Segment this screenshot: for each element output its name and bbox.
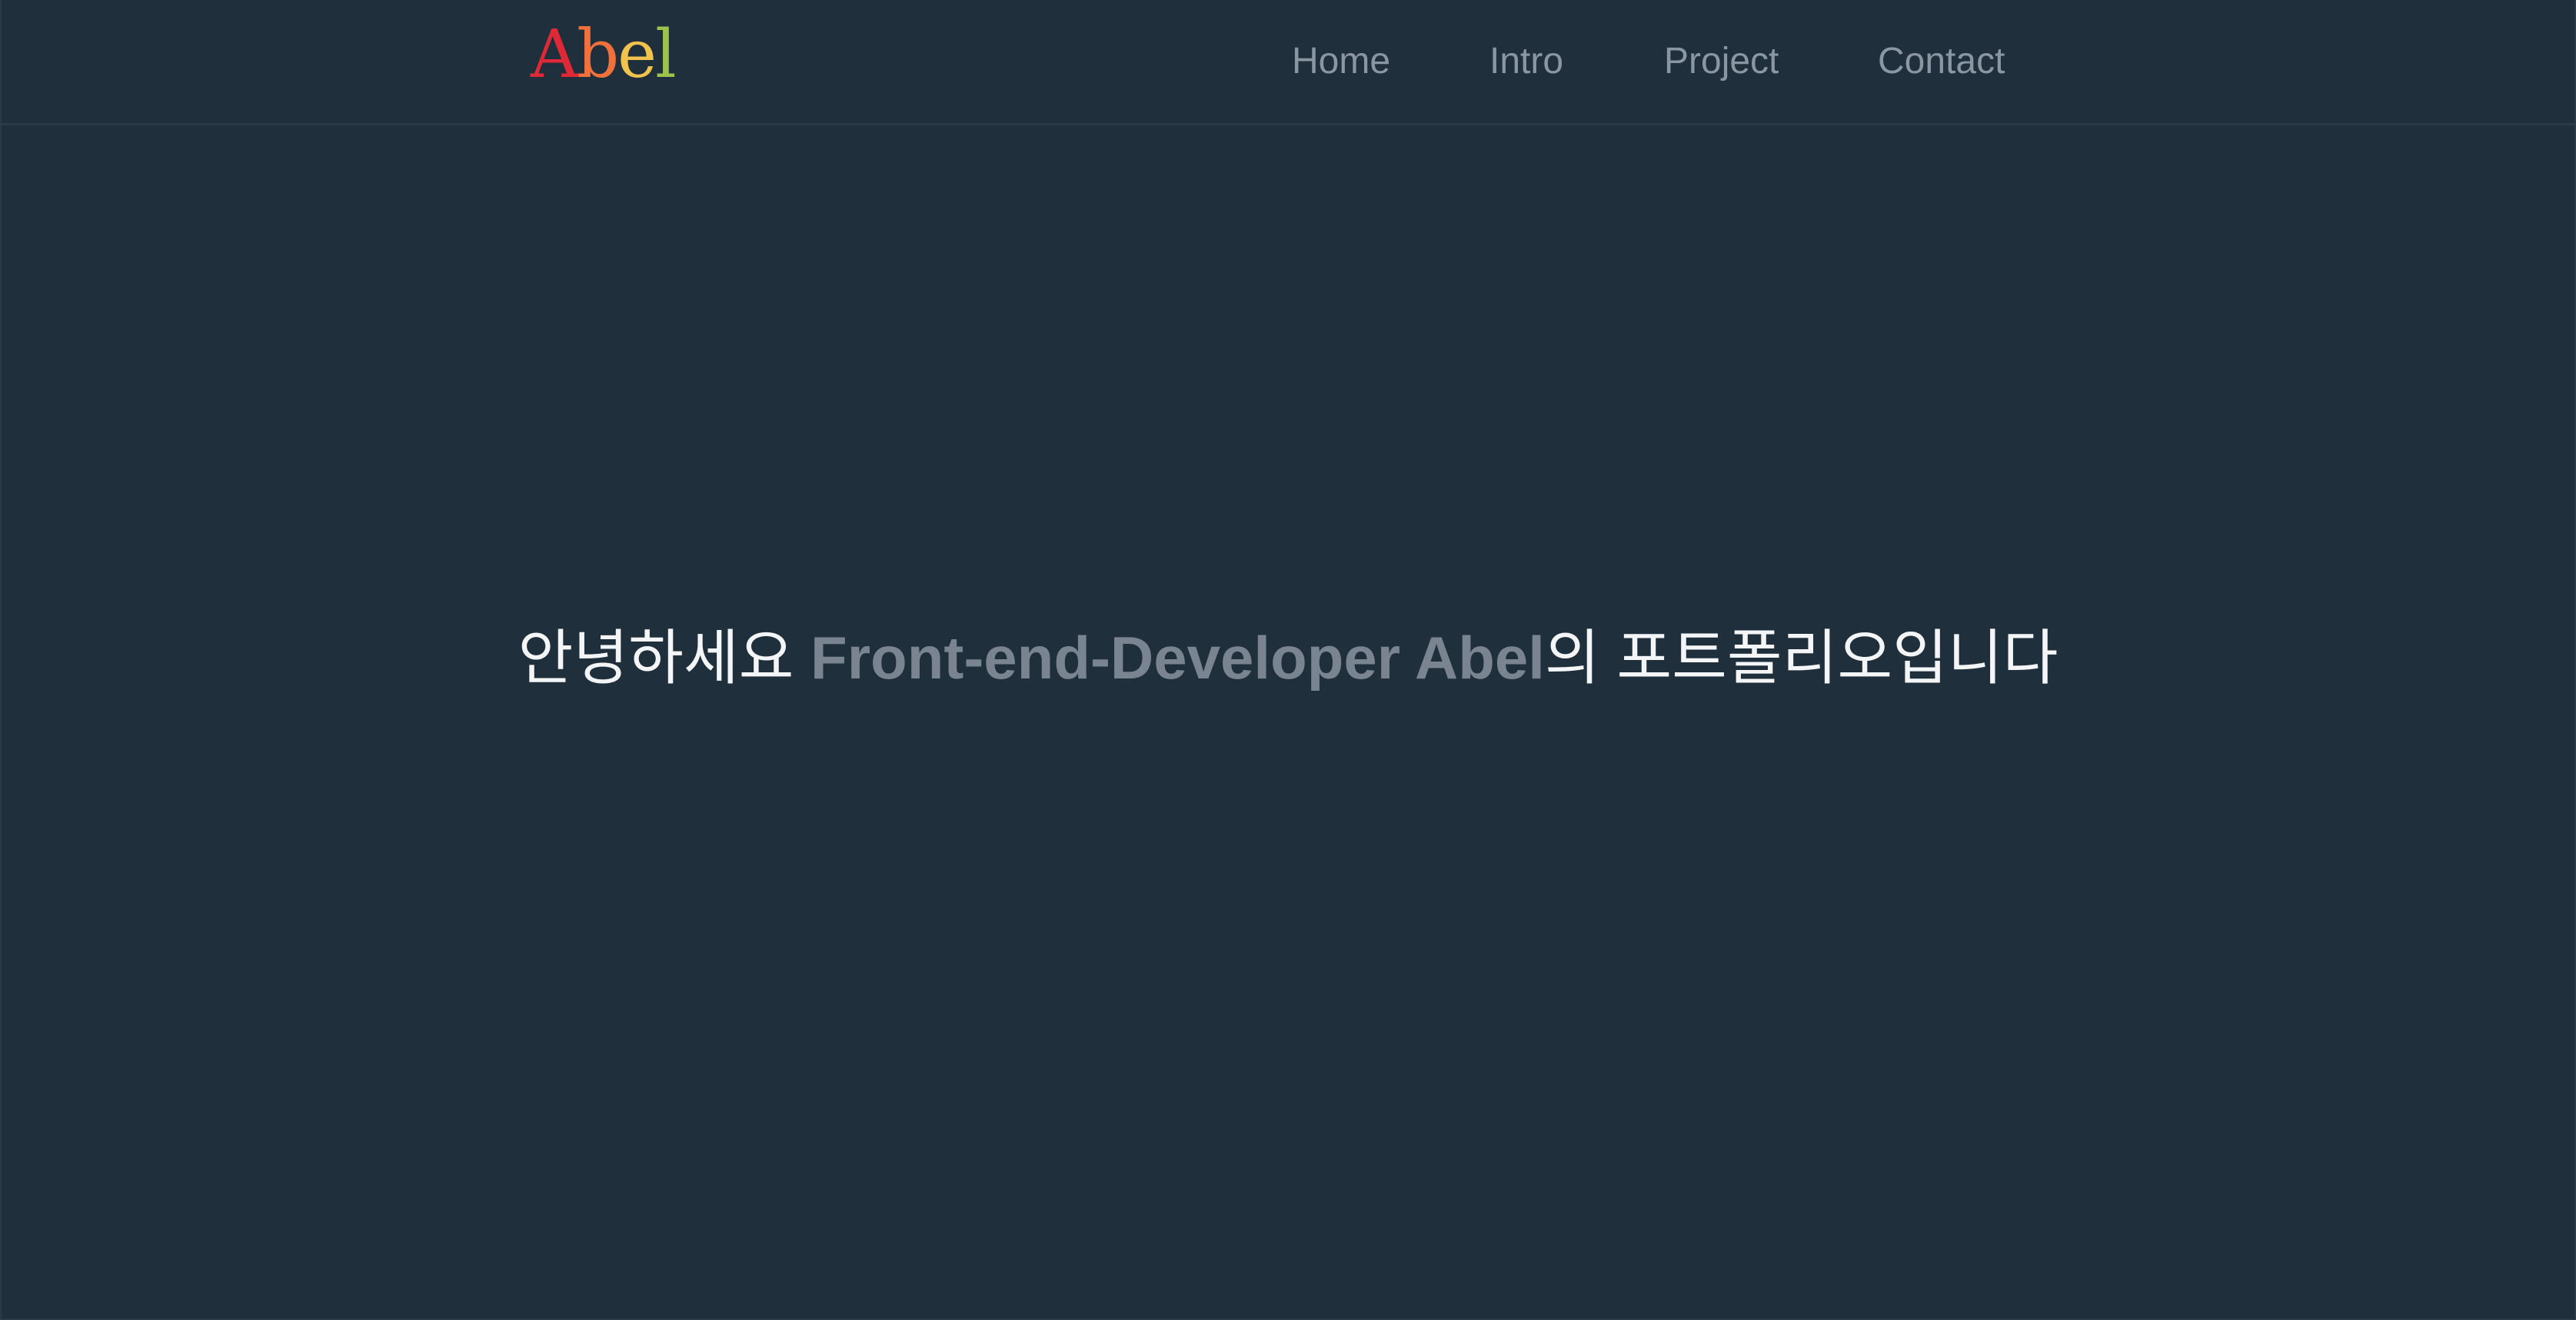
hero-greeting: 안녕하세요 (518, 624, 811, 692)
nav-project[interactable]: Project (1664, 37, 1779, 86)
site-header: Abel Home Intro Project Contact (2, 0, 2574, 125)
nav-contact[interactable]: Contact (1878, 37, 2005, 86)
main-nav: Home Intro Project Contact (2, 37, 2574, 91)
nav-home[interactable]: Home (1292, 37, 1390, 86)
hero-highlight: Front-end-Developer Abel (810, 624, 1545, 692)
portfolio-page: Abel Home Intro Project Contact 안녕하세요 Fr… (0, 0, 2576, 1320)
hero-section: 안녕하세요 Front-end-Developer Abel의 포트폴리오입니다 (2, 619, 2574, 696)
nav-intro[interactable]: Intro (1489, 37, 1563, 86)
hero-suffix: 의 포트폴리오입니다 (1544, 624, 2058, 692)
